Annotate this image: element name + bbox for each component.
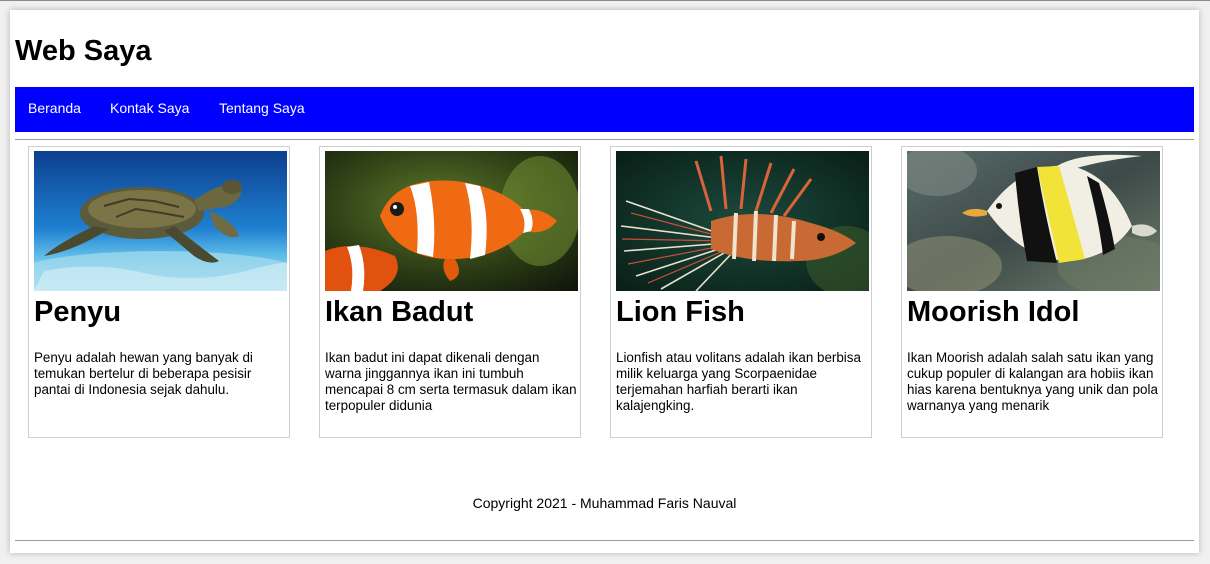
site-title: Web Saya [15,35,152,67]
nav-link-beranda[interactable]: Beranda [28,100,81,116]
footer-divider [15,540,1194,541]
card-title: Moorish Idol [907,296,1080,328]
page-container: Web Saya Beranda Kontak Saya Tentang Say… [10,10,1199,553]
article-card-moorish-idol: Moorish Idol Ikan Moorish adalah salah s… [901,146,1163,438]
header-divider [15,139,1194,140]
card-description: Ikan badut ini dapat dikenali dengan war… [325,350,577,413]
footer-copyright: Copyright 2021 - Muhammad Faris Nauval [472,495,737,511]
card-description: Lionfish atau volitans adalah ikan berbi… [616,350,861,413]
card-description: Ikan Moorish adalah salah satu ikan yang… [907,350,1158,413]
card-title: Lion Fish [616,296,745,328]
nav-link-tentang-saya[interactable]: Tentang Saya [219,100,305,116]
article-card-penyu: Penyu Penyu adalah hewan yang banyak di … [28,146,290,438]
article-card-ikan-badut: Ikan Badut Ikan badut ini dapat dikenali… [319,146,581,438]
card-title: Ikan Badut [325,296,474,328]
penyu-image [34,151,287,291]
article-card-lion-fish: Lion Fish Lionfish atau volitans adalah … [610,146,872,438]
lion-fish-image [616,151,869,291]
navbar: Beranda Kontak Saya Tentang Saya [15,87,1194,132]
top-border [0,0,1210,1]
card-title: Penyu [34,296,122,328]
moorish-idol-image [907,151,1160,291]
nav-link-kontak-saya[interactable]: Kontak Saya [110,100,189,116]
card-description: Penyu adalah hewan yang banyak di temuka… [34,350,253,397]
ikan-badut-image [325,151,578,291]
